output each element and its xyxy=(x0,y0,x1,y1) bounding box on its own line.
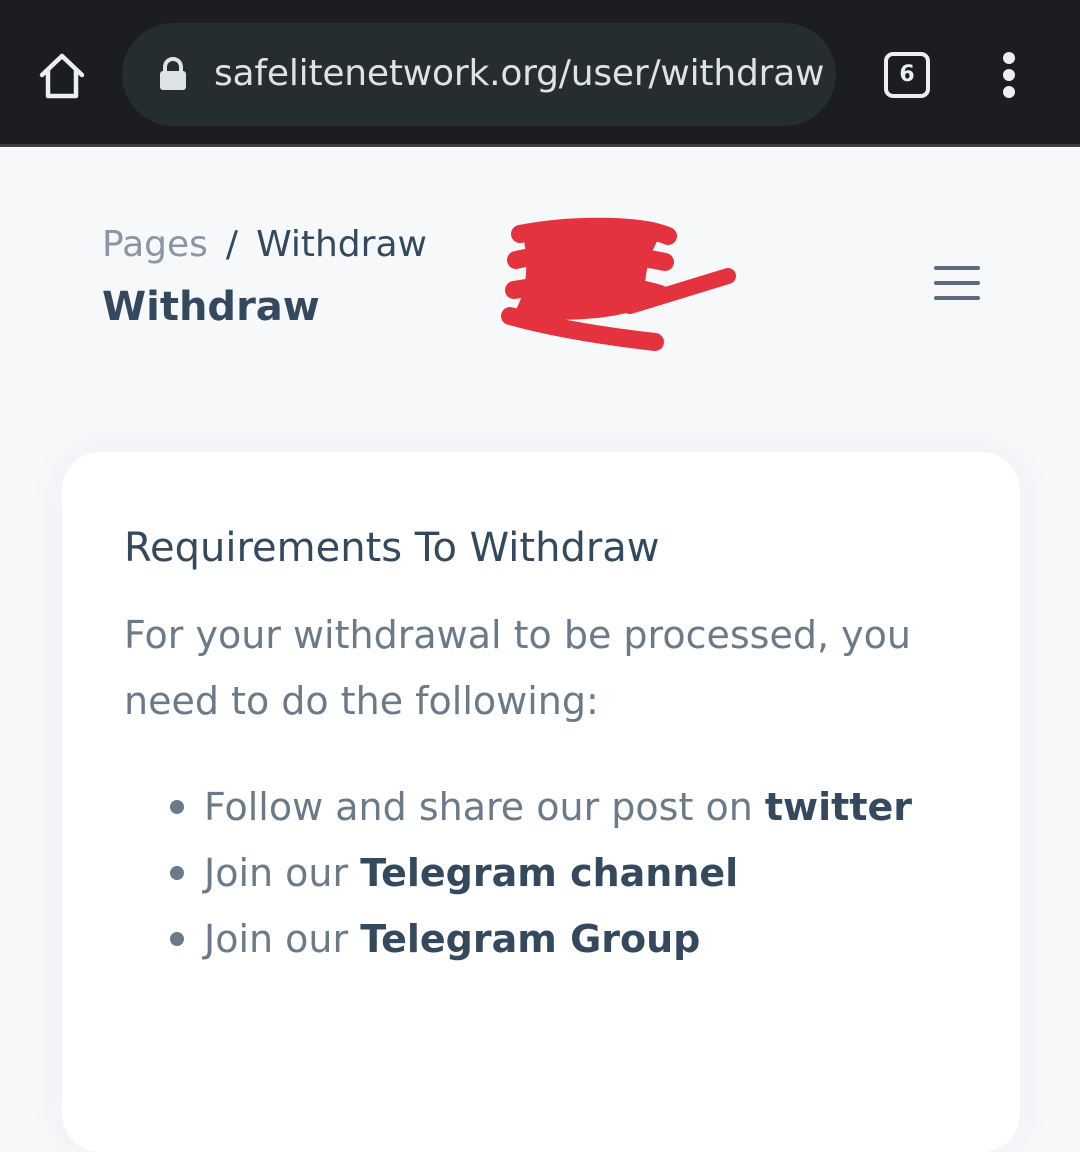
menu-dot xyxy=(1003,52,1015,64)
tab-count: 6 xyxy=(899,62,915,87)
telegram-group-link[interactable]: Telegram Group xyxy=(360,917,700,961)
tab-switcher-icon[interactable]: 6 xyxy=(884,52,930,98)
card-description: For your withdrawal to be processed, you… xyxy=(124,613,911,723)
url-text[interactable]: safelitenetwork.org/user/withdraw xyxy=(214,51,825,97)
hamburger-line xyxy=(934,281,980,285)
page-title: Withdraw xyxy=(102,284,320,330)
breadcrumb: Pages / Withdraw xyxy=(102,222,427,268)
twitter-link[interactable]: twitter xyxy=(765,785,912,829)
breadcrumb-current: Withdraw xyxy=(256,224,427,265)
hamburger-line xyxy=(934,266,980,270)
requirements-card: Requirements To Withdraw For your withdr… xyxy=(62,452,1020,1152)
telegram-channel-link[interactable]: Telegram channel xyxy=(360,851,738,895)
breadcrumb-parent[interactable]: Pages xyxy=(102,224,208,265)
bullet-icon xyxy=(170,866,184,880)
browser-toolbar: safelitenetwork.org/user/withdraw 6 xyxy=(0,0,1080,147)
card-title: Requirements To Withdraw xyxy=(124,525,660,571)
requirement-text: Follow and share our post on xyxy=(204,785,765,829)
redaction-scribble xyxy=(500,210,740,355)
requirements-list: Follow and share our post on twitter Joi… xyxy=(170,774,912,972)
hamburger-line xyxy=(934,296,980,300)
address-bar[interactable]: safelitenetwork.org/user/withdraw xyxy=(122,23,836,126)
requirement-item: Follow and share our post on twitter xyxy=(170,774,912,840)
home-icon[interactable] xyxy=(34,48,90,104)
menu-dot xyxy=(1003,69,1015,81)
bullet-icon xyxy=(170,800,184,814)
menu-dot xyxy=(1003,86,1015,98)
bullet-icon xyxy=(170,932,184,946)
requirement-item: Join our Telegram Group xyxy=(170,906,912,972)
hamburger-menu-icon[interactable] xyxy=(934,266,980,302)
lock-icon xyxy=(158,57,188,91)
requirement-text: Join our xyxy=(204,917,361,961)
breadcrumb-separator: / xyxy=(225,224,239,265)
more-vert-icon[interactable] xyxy=(996,52,1024,98)
requirement-item: Join our Telegram channel xyxy=(170,840,912,906)
requirement-text: Join our xyxy=(204,851,361,895)
